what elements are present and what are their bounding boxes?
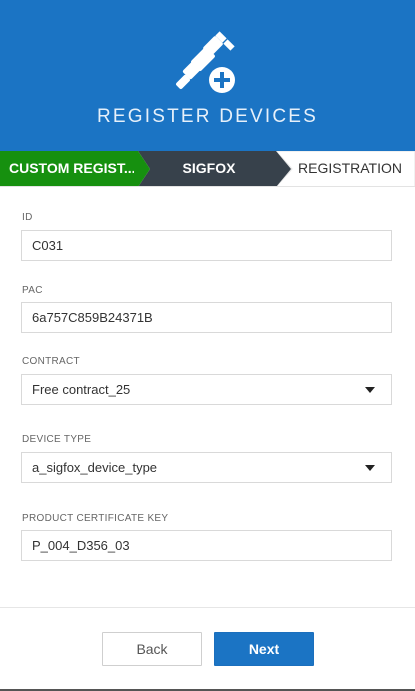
page-title: REGISTER DEVICES xyxy=(96,106,319,127)
device-type-selected-value: a_sigfox_device_type xyxy=(32,460,158,475)
plug-plus-icon xyxy=(176,31,235,93)
device-type-label: DEVICE TYPE xyxy=(22,434,92,445)
id-input[interactable] xyxy=(22,231,391,260)
steps-divider xyxy=(0,186,415,187)
contract-select[interactable]: Free contract_25 xyxy=(21,374,392,405)
device-type-select[interactable]: a_sigfox_device_type xyxy=(21,452,392,483)
id-label: ID xyxy=(22,212,33,223)
step-registration[interactable]: REGISTRATION xyxy=(290,151,410,187)
pac-label: PAC xyxy=(22,285,43,296)
product-certificate-key-input[interactable] xyxy=(22,531,391,560)
next-button[interactable]: Next xyxy=(214,632,314,666)
product-certificate-key-field-container xyxy=(21,530,392,561)
caret-down-icon xyxy=(365,387,375,393)
product-certificate-key-label: PRODUCT CERTIFICATE KEY xyxy=(22,513,169,524)
contract-label: CONTRACT xyxy=(22,356,80,367)
wizard-steps: CUSTOM REGIST... SIGFOX REGISTRATION xyxy=(0,151,415,187)
step-sigfox[interactable]: SIGFOX xyxy=(150,151,268,187)
footer-divider xyxy=(0,607,415,608)
pac-field-container xyxy=(21,302,392,333)
contract-selected-value: Free contract_25 xyxy=(32,382,131,397)
step-custom-registration[interactable]: CUSTOM REGIST... xyxy=(9,151,134,187)
caret-down-icon xyxy=(365,465,375,471)
back-button[interactable]: Back xyxy=(102,632,202,666)
id-field-container xyxy=(21,230,392,261)
pac-input[interactable] xyxy=(22,303,391,332)
header: REGISTER DEVICES xyxy=(0,0,415,151)
